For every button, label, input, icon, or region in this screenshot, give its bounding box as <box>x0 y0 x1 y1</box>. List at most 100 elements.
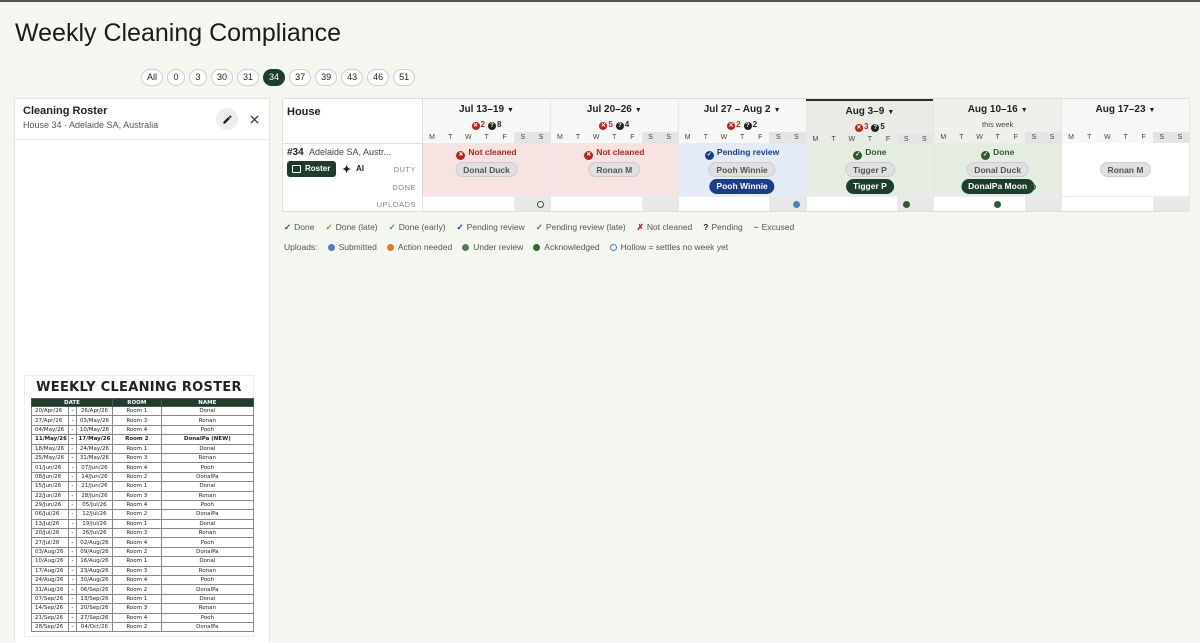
status-cell[interactable]: ✓ Done Tigger P Tigger P <box>806 143 934 196</box>
upload-day-cell[interactable] <box>989 197 1007 211</box>
status-label: ✓ Pending review <box>679 147 806 160</box>
legend-item: ✓ Done <box>284 222 314 233</box>
roster-name: Donal <box>160 443 255 454</box>
legend-item: ✓ Pending review <box>457 222 525 233</box>
house-pill-37[interactable]: 37 <box>289 69 312 86</box>
house-pill-46[interactable]: 46 <box>367 69 390 86</box>
day-letters: MTWTFSS <box>551 132 678 143</box>
upload-day-cell[interactable] <box>897 197 916 211</box>
pending-count-wrap: ? 2 <box>743 120 757 130</box>
close-button[interactable] <box>243 108 265 130</box>
week-label-text: Jul 20–26 <box>586 104 632 115</box>
status-label: ✓ Done <box>934 147 1061 160</box>
house-pill-all[interactable]: All <box>141 69 164 86</box>
upload-dot[interactable] <box>994 200 1002 208</box>
house-pill-31[interactable]: 31 <box>237 69 260 86</box>
house-pill-43[interactable]: 43 <box>341 69 364 86</box>
roster-end-date: 27/Sep/26 <box>75 612 113 624</box>
duty-chip[interactable]: Donal Duck <box>455 162 518 177</box>
status-cell[interactable]: ✕ Not cleaned Donal Duck <box>423 143 550 196</box>
roster-start-date: 15/Jun/26 <box>31 481 69 492</box>
edit-button[interactable] <box>216 108 238 130</box>
upload-dot[interactable] <box>537 200 545 208</box>
done-chip[interactable]: Pooh Winnie <box>709 179 775 194</box>
status-text: Pending review <box>716 147 780 157</box>
house-pill-39[interactable]: 39 <box>315 69 338 86</box>
house-pill-3[interactable]: 3 <box>189 69 208 86</box>
roster-start-date: 25/May/26 <box>31 452 69 464</box>
roster-start-date: 28/Sep/26 <box>31 621 69 633</box>
legend-mark-icon: ? <box>703 222 709 232</box>
roster-row: 17/Aug/26-23/Aug/26 Room 3 Ronan <box>31 565 255 577</box>
house-pill-34[interactable]: 34 <box>263 69 286 86</box>
week-label-text: Aug 10–16 <box>967 104 1018 115</box>
roster-row: 04/May/26-10/May/26 Room 4 Pooh <box>31 424 255 436</box>
roster-name: Pooh <box>160 424 255 436</box>
duty-chip[interactable]: Ronan M <box>588 162 641 177</box>
roster-room: Room 3 <box>111 452 162 464</box>
upload-day-cell <box>861 197 879 211</box>
day-letter: S <box>641 132 660 143</box>
house-pill-0[interactable]: 0 <box>167 69 186 86</box>
done-row-label: DONE <box>392 183 416 192</box>
week-header: Aug 17–23 ▼ M T W T F S S <box>1062 99 1189 143</box>
roster-name: Pooh <box>160 612 255 624</box>
roster-row: 11/May/26-17/May/26 Room 2 DonalPa (NEW) <box>31 434 255 445</box>
roster-room: Room 3 <box>111 415 162 426</box>
upload-dot[interactable] <box>902 200 910 208</box>
duty-chip[interactable]: Donal Duck <box>966 162 1030 177</box>
roster-end-date: 14/Jun/26 <box>75 471 113 483</box>
legend-mark-icon: ✓ <box>535 222 543 232</box>
legend-label: Not cleaned <box>646 222 693 232</box>
house-pill-51[interactable]: 51 <box>393 69 416 86</box>
day-letters: MTWTFSS <box>679 132 806 143</box>
roster-name: Ronan <box>160 490 255 501</box>
house-pill-30[interactable]: 30 <box>211 69 234 86</box>
upload-dot[interactable] <box>793 200 800 208</box>
upload-day-cell <box>1098 197 1116 211</box>
roster-button[interactable]: Roster <box>287 161 337 177</box>
day-letter: S <box>531 132 550 143</box>
upload-day-cell[interactable] <box>787 197 806 211</box>
roster-row: 06/Jul/26-12/Jul/26 Room 2 DonalPa <box>31 509 255 520</box>
roster-start-date: 31/Aug/26 <box>31 584 69 595</box>
status-cell[interactable]: ✓ Done Donal Duck DonalPa Moon <box>934 143 1062 196</box>
upload-day-cell[interactable] <box>531 197 550 211</box>
roster-start-date: 03/Aug/26 <box>31 546 69 558</box>
status-cell[interactable]: Ronan M <box>1062 143 1189 196</box>
status-cell[interactable]: ✓ Pending review Pooh Winnie Pooh Winnie <box>678 143 806 196</box>
done-chip[interactable]: DonalPa Moon <box>961 179 1035 194</box>
week-label[interactable]: Jul 20–26 ▼ <box>551 104 678 115</box>
duty-chip[interactable]: Tigger P <box>844 162 895 177</box>
roster-start-date: 04/May/26 <box>31 424 69 436</box>
roster-side-panel: Cleaning Roster House 34 · Adelaide SA, … <box>14 98 270 643</box>
duty-chip[interactable]: Ronan M <box>1099 162 1152 177</box>
week-header: Jul 27 – Aug 2 ▼ ✕ 2? 2 M T W T F S S <box>678 99 806 143</box>
duty-chip[interactable]: Pooh Winnie <box>708 162 776 177</box>
ai-button[interactable]: ✦ AI <box>340 161 368 177</box>
roster-name: Ronan <box>160 565 255 577</box>
status-cell[interactable]: ✕ Not cleaned Ronan M <box>550 143 678 196</box>
roster-dash: - <box>67 593 77 605</box>
week-label[interactable]: Jul 27 – Aug 2 ▼ <box>679 104 806 115</box>
week-label[interactable]: Jul 13–19 ▼ <box>423 104 550 115</box>
week-label[interactable]: Aug 3–9 ▼ <box>806 106 933 117</box>
roster-row: 07/Sep/26-13/Sep/26 Room 1 Donal <box>31 593 255 605</box>
roster-button-label: Roster <box>305 164 331 173</box>
uploads-legend-text: Under review <box>473 242 524 252</box>
uploads-legend-item: Submitted <box>327 242 377 252</box>
roster-dash: - <box>67 565 77 577</box>
week-label[interactable]: Aug 10–16 ▼ <box>934 104 1061 115</box>
roster-header-row: DATE ROOM NAME <box>31 398 255 407</box>
roster-name: DonalPa (NEW) <box>160 434 255 445</box>
roster-row: 14/Sep/26-20/Sep/26 Room 3 Ronan <box>31 603 255 614</box>
day-letter: T <box>1123 134 1128 141</box>
roster-dash: - <box>67 415 77 426</box>
day-letter: F <box>630 134 635 141</box>
roster-end-date: 16/Aug/26 <box>75 556 113 567</box>
done-chip[interactable]: Tigger P <box>845 179 894 194</box>
compliance-grid: House #34 Adelaide SA, Austr... Roster ✦… <box>282 98 1190 212</box>
roster-end-date: 21/Jun/26 <box>75 481 113 492</box>
week-label[interactable]: Aug 17–23 ▼ <box>1062 104 1189 115</box>
roster-start-date: 01/Jun/26 <box>31 462 69 473</box>
